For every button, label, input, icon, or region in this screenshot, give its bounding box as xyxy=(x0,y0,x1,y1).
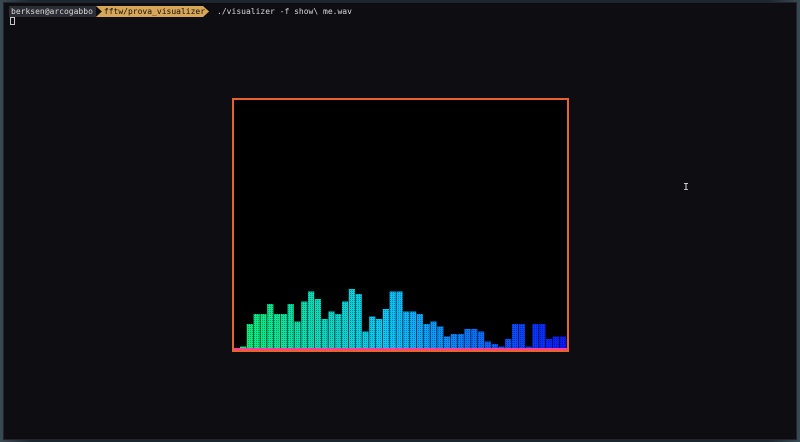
terminal-cursor xyxy=(10,17,15,25)
spectrum-bar-texture xyxy=(471,329,478,349)
spectrum-bar-texture xyxy=(450,334,457,349)
spectrum-bar-texture xyxy=(396,291,403,349)
spectrum-bar-texture xyxy=(274,314,281,349)
spectrum-bar-texture xyxy=(430,321,437,349)
spectrum-bar-texture xyxy=(464,329,471,349)
spectrum-bars xyxy=(234,289,567,350)
text-cursor-icon: I xyxy=(683,182,690,193)
spectrum-bar-texture xyxy=(301,301,308,349)
spectrum-bar-texture xyxy=(484,341,491,349)
spectrum-bar-texture xyxy=(410,311,417,349)
prompt-user-host: berksen@arcogabbo xyxy=(9,6,96,17)
spectrum-bar-texture xyxy=(253,314,260,349)
prompt-directory: fftw/prova_visualizer xyxy=(96,6,209,17)
spectrum-bar-texture xyxy=(512,324,519,349)
spectrum-bar-texture xyxy=(369,316,376,349)
spectrum-bar-texture xyxy=(260,314,267,349)
spectrum-bar-texture xyxy=(342,301,349,349)
spectrum-bar-texture xyxy=(546,339,553,349)
spectrum-bar-texture xyxy=(552,336,559,349)
spectrum-bar-texture xyxy=(362,331,369,349)
spectrum-bar-group xyxy=(240,289,567,349)
spectrum-bar-texture xyxy=(478,331,485,349)
visualizer-window[interactable] xyxy=(232,98,569,352)
spectrum-bar-texture xyxy=(505,339,512,349)
spectrum-bar-texture xyxy=(267,304,274,349)
spectrum-bar-texture xyxy=(444,336,451,349)
typed-command: ./visualizer -f show\ me.wav xyxy=(217,7,352,16)
spectrum-bar-texture xyxy=(328,311,335,349)
spectrum-bar-texture xyxy=(294,321,301,349)
spectrum-bar-texture xyxy=(321,319,328,349)
spectrum-bar-texture xyxy=(287,304,294,349)
shell-prompt: berksen@arcogabbo fftw/prova_visualizer … xyxy=(9,6,352,17)
spectrum-bar-texture xyxy=(355,294,362,349)
spectrum-bar-texture xyxy=(308,291,315,349)
spectrum-bar-texture xyxy=(437,326,444,349)
spectrum-bar-texture xyxy=(335,314,342,349)
spectrum-bar-texture xyxy=(314,299,321,349)
spectrum-bar-texture xyxy=(348,289,355,349)
spectrum-bar-texture xyxy=(423,324,430,349)
spectrum-bar-texture xyxy=(382,309,389,349)
spectrum-bar-texture xyxy=(280,314,287,349)
spectrum-bar-texture xyxy=(518,324,525,349)
spectrum-bar-texture xyxy=(559,336,566,349)
spectrum-bar-texture xyxy=(376,319,383,349)
spectrum-bar-texture xyxy=(416,314,423,349)
spectrum-bar-texture xyxy=(457,334,464,349)
spectrum-bar-texture xyxy=(389,291,396,349)
spectrum-bar-texture xyxy=(532,324,539,349)
spectrum-bar-texture xyxy=(539,324,546,349)
spectrum-bar-texture xyxy=(566,339,567,349)
spectrum-bar-texture xyxy=(403,311,410,349)
spectrum-bar-texture xyxy=(246,324,253,349)
